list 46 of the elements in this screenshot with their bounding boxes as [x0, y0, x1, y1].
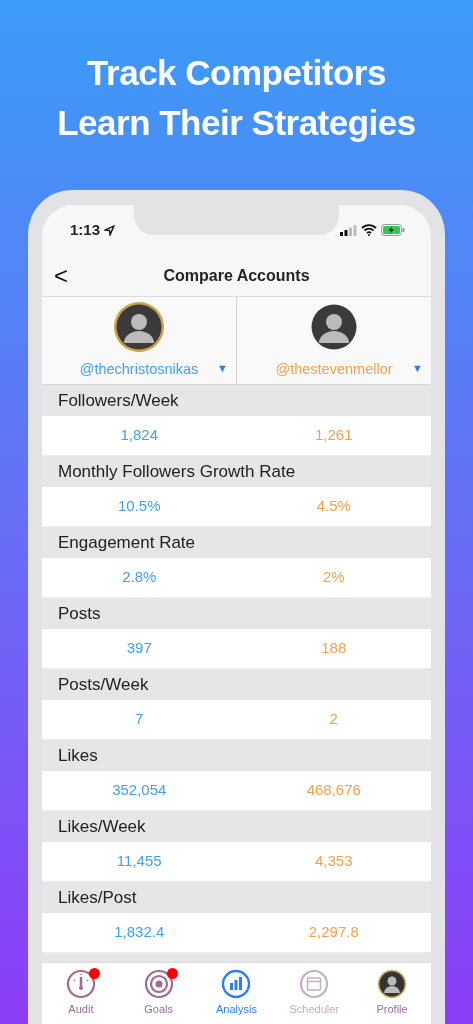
metric-value: 2	[328, 709, 339, 730]
headline: Track Competitors	[86, 52, 387, 94]
metric-value: 2.8%	[121, 567, 158, 588]
metric-value: 2,297.8	[307, 922, 360, 943]
metric-value: 188	[320, 638, 348, 659]
tab[interactable]: Profile	[353, 963, 431, 1024]
metric-value: 4.5%	[315, 496, 352, 517]
metric-label: Likes	[42, 740, 431, 771]
metric-value: 11,455	[115, 851, 163, 872]
metric-value: 7	[134, 709, 145, 730]
metric-label: Monthly Followers Growth Rate	[42, 456, 431, 487]
avatar	[377, 969, 408, 999]
headline: Learn Their Strategies	[56, 102, 417, 144]
target-icon	[143, 969, 174, 999]
wifi-icon	[361, 224, 377, 236]
screen-title: Compare Accounts	[163, 265, 310, 286]
gauge-icon	[65, 969, 96, 999]
dropdown-button[interactable]: ▼	[217, 359, 228, 376]
account-handle[interactable]: @thechristosnikas	[79, 358, 199, 381]
metric-value: 1,824	[119, 425, 159, 446]
metric-value: 4,353	[313, 851, 354, 872]
tab[interactable]: Goals	[119, 963, 198, 1024]
avatar[interactable]	[113, 300, 165, 353]
tab[interactable]: Audit	[42, 963, 120, 1024]
metric-label: Likes/Post	[42, 882, 431, 913]
metric-value: 1,261	[313, 425, 354, 446]
location-icon	[104, 224, 116, 236]
metric-value: 1,832.4	[113, 922, 166, 943]
metric-value: 468,676	[305, 780, 362, 801]
metric-value: 2%	[321, 567, 346, 588]
bar-chart-icon	[221, 969, 252, 999]
metric-value: 10.5%	[116, 496, 162, 517]
metric-label: Posts/Week	[42, 669, 431, 700]
dropdown-button[interactable]: ▼	[412, 359, 423, 376]
status-time: 1:13	[70, 219, 101, 240]
battery-icon	[381, 224, 405, 236]
metric-label: Followers/Week	[42, 385, 431, 416]
metric-label: Likes/Week	[42, 811, 431, 842]
metric-label: Posts	[42, 598, 431, 629]
tab[interactable]: Analysis	[197, 963, 276, 1024]
back-button[interactable]: <	[50, 263, 72, 288]
metric-value: 397	[125, 638, 153, 659]
calendar-icon	[299, 969, 330, 999]
metric-value: 352,054	[111, 780, 168, 801]
signal-icon	[340, 224, 357, 236]
metric-label: Engagement Rate	[42, 527, 431, 558]
